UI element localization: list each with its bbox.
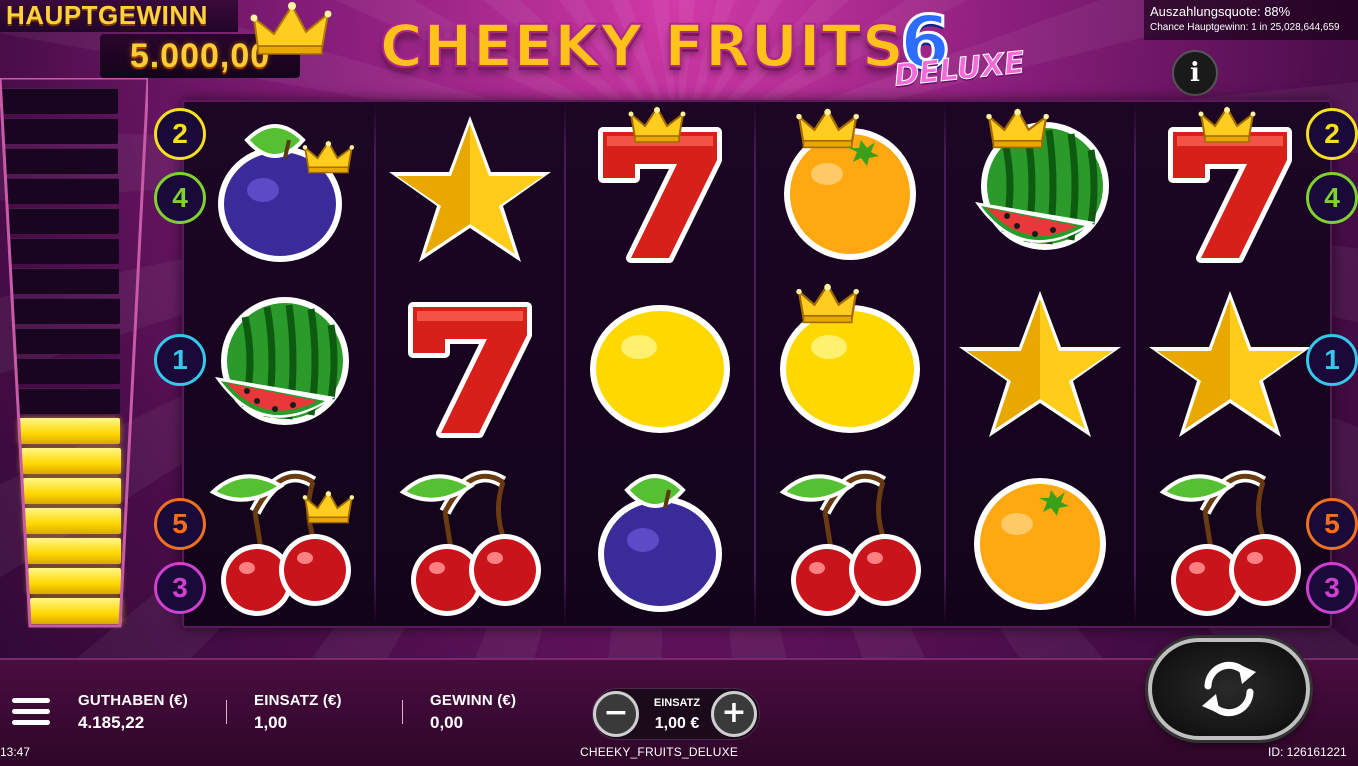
rtp-text: Auszahlungsquote: 88% bbox=[1150, 4, 1291, 19]
meter-step bbox=[19, 418, 121, 444]
bet-control-value: 1,00 € bbox=[654, 715, 700, 732]
hamburger-menu-icon[interactable] bbox=[12, 698, 50, 730]
watermelon-symbol bbox=[945, 102, 1135, 276]
payline-marker-left-1: 1 bbox=[154, 334, 206, 386]
reel-divider bbox=[1134, 102, 1136, 626]
jackpot-chance-text: Chance Hauptgewinn: 1 in 25,028,644,659 bbox=[1150, 22, 1340, 33]
divider bbox=[402, 700, 403, 724]
seven-symbol bbox=[375, 277, 565, 451]
lemon-symbol bbox=[755, 277, 945, 451]
reel-divider bbox=[754, 102, 756, 626]
divider bbox=[226, 700, 227, 724]
balance-display: GUTHABEN (€) 4.185,22 bbox=[78, 692, 188, 733]
logo-title: CHEEKY FRUITS bbox=[379, 11, 905, 81]
meter-step bbox=[22, 478, 121, 504]
meter-step bbox=[27, 568, 122, 594]
meter-steps bbox=[0, 78, 148, 638]
info-button[interactable]: i bbox=[1172, 50, 1218, 96]
game-name: CHEEKY_FRUITS_DELUXE bbox=[580, 745, 739, 759]
payline-marker-right-1: 1 bbox=[1306, 334, 1358, 386]
reel-6 bbox=[1135, 102, 1325, 626]
win-display: GEWINN (€) 0,00 bbox=[430, 692, 516, 733]
clock: 13:47 bbox=[0, 745, 31, 759]
game-logo: CHEEKY FRUITS 6 DELUXE bbox=[379, 0, 1027, 94]
plum-symbol bbox=[185, 102, 375, 276]
meter-step bbox=[21, 448, 121, 474]
meter-step bbox=[29, 598, 122, 624]
payline-marker-left-4: 4 bbox=[154, 172, 206, 224]
meter-step bbox=[3, 148, 119, 174]
stake-label: EINSATZ (€) bbox=[254, 692, 342, 709]
payout-info: Auszahlungsquote: 88% Chance Hauptgewinn… bbox=[1144, 0, 1358, 40]
payline-marker-right-2: 2 bbox=[1306, 108, 1358, 160]
decrease-bet-button[interactable]: − bbox=[593, 691, 639, 737]
cherry-symbol bbox=[755, 452, 945, 626]
balance-label: GUTHABEN (€) bbox=[78, 692, 188, 709]
payline-marker-left-3: 3 bbox=[154, 562, 206, 614]
watermelon-symbol bbox=[185, 277, 375, 451]
meter-step bbox=[10, 268, 120, 294]
meter-step bbox=[7, 208, 119, 234]
meter-step bbox=[15, 358, 120, 384]
crown-icon bbox=[250, 2, 332, 55]
lemon-symbol bbox=[565, 277, 755, 451]
reel-2 bbox=[375, 102, 565, 626]
plum-symbol bbox=[565, 452, 755, 626]
cherry-symbol bbox=[185, 452, 375, 626]
meter-step bbox=[17, 388, 121, 414]
reel-divider bbox=[374, 102, 376, 626]
meter-step bbox=[5, 178, 119, 204]
jackpot-meter bbox=[0, 78, 148, 638]
cherry-symbol bbox=[1135, 452, 1325, 626]
balance-value: 4.185,22 bbox=[78, 713, 145, 732]
reel-5 bbox=[945, 102, 1135, 626]
seven-symbol bbox=[565, 102, 755, 276]
orange-symbol bbox=[755, 102, 945, 276]
meter-step bbox=[12, 298, 120, 324]
star-symbol bbox=[1135, 277, 1325, 451]
jackpot-label: HAUPTGEWINN bbox=[0, 0, 238, 32]
meter-step bbox=[24, 508, 122, 534]
star-symbol bbox=[375, 102, 565, 276]
bet-control: − EINSATZ 1,00 € + bbox=[592, 688, 760, 740]
reel-divider bbox=[944, 102, 946, 626]
meter-step bbox=[2, 118, 119, 144]
win-value: 0,00 bbox=[430, 713, 464, 732]
game-id: ID: 126161221 bbox=[1268, 745, 1347, 759]
cherry-symbol bbox=[375, 452, 565, 626]
payline-marker-right-3: 3 bbox=[1306, 562, 1358, 614]
payline-marker-left-2: 2 bbox=[154, 108, 206, 160]
stake-display: EINSATZ (€) 1,00 bbox=[254, 692, 342, 733]
meter-step bbox=[26, 538, 122, 564]
payline-marker-left-5: 5 bbox=[154, 498, 206, 550]
meter-step bbox=[9, 238, 120, 264]
seven-symbol bbox=[1135, 102, 1325, 276]
increase-bet-button[interactable]: + bbox=[711, 691, 757, 737]
reel-1 bbox=[185, 102, 375, 626]
spin-arrows-icon bbox=[1202, 661, 1256, 717]
payline-marker-right-5: 5 bbox=[1306, 498, 1358, 550]
star-symbol bbox=[945, 277, 1135, 451]
reel-4 bbox=[755, 102, 945, 626]
stake-value: 1,00 bbox=[254, 713, 288, 732]
bet-control-label: EINSATZ bbox=[653, 697, 701, 709]
reels-area bbox=[182, 100, 1332, 628]
payline-marker-right-4: 4 bbox=[1306, 172, 1358, 224]
meter-step bbox=[14, 328, 120, 354]
meter-step bbox=[0, 88, 119, 114]
spin-button[interactable] bbox=[1148, 638, 1310, 740]
orange-symbol bbox=[945, 452, 1135, 626]
reel-3 bbox=[565, 102, 755, 626]
reel-divider bbox=[564, 102, 566, 626]
win-label: GEWINN (€) bbox=[430, 692, 517, 709]
